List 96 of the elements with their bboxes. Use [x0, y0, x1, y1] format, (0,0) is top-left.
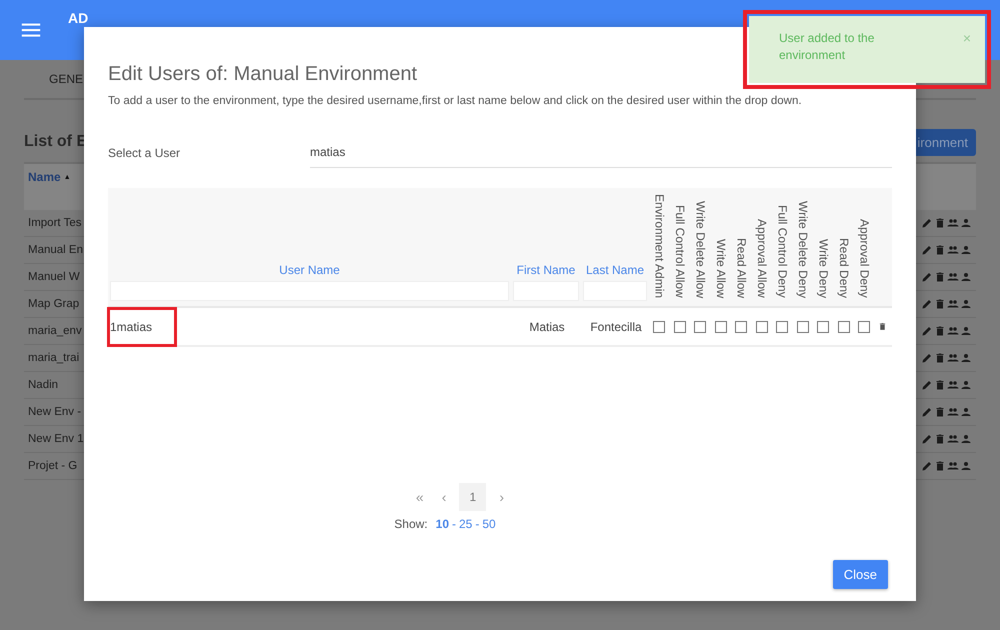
column-header[interactable]: Last Name [586, 263, 644, 277]
previous-page-link[interactable]: ‹ [436, 489, 452, 505]
column-header: Read Allow [734, 238, 748, 298]
dialog-title: Edit Users of: Manual Environment [108, 63, 418, 86]
person-icon[interactable] [960, 352, 972, 364]
person-icon[interactable] [960, 325, 972, 337]
toast-message: User added to the environment [779, 30, 876, 64]
delete-icon[interactable] [934, 352, 946, 364]
edit-icon[interactable] [921, 217, 933, 229]
delete-icon[interactable] [934, 298, 946, 310]
column-header: Environment Admin [652, 194, 666, 298]
edit-icon[interactable] [921, 325, 933, 337]
edit-icon[interactable] [921, 271, 933, 283]
delete-icon[interactable] [934, 379, 946, 391]
person-icon[interactable] [960, 271, 972, 283]
field-label: Select a User [108, 146, 182, 160]
person-icon[interactable] [960, 298, 972, 310]
checkbox[interactable] [776, 320, 788, 332]
group-icon[interactable] [947, 244, 959, 256]
table-cell: New Env 1 [28, 433, 84, 445]
column-header: Approval Deny [857, 219, 872, 298]
delete-icon[interactable] [934, 325, 946, 337]
tab[interactable]: GENE [49, 72, 84, 86]
page-size-link[interactable]: 50 [482, 517, 496, 531]
column-header: Full Control Deny [775, 205, 790, 298]
column-header[interactable]: First Name [516, 263, 576, 277]
group-icon[interactable] [947, 298, 959, 310]
checkbox[interactable] [735, 320, 748, 332]
table-cell: Projet - G [28, 460, 78, 472]
table-cell: Manual En [28, 244, 83, 256]
delete-icon[interactable] [878, 321, 887, 332]
table-cell: 1matias [110, 320, 152, 334]
group-icon[interactable] [947, 217, 959, 229]
column-header: Write Deny [816, 238, 830, 298]
person-icon[interactable] [960, 406, 972, 418]
edit-icon[interactable] [921, 406, 933, 418]
page-size-link[interactable]: 25 [459, 517, 472, 531]
delete-icon[interactable] [934, 244, 946, 256]
checkbox[interactable] [694, 320, 706, 332]
group-icon[interactable] [947, 352, 959, 364]
column-header[interactable]: User Name [279, 263, 340, 277]
table-cell: Map Grap [28, 298, 80, 310]
separator-text: - [475, 517, 480, 531]
column-header: Full Control Allow [672, 205, 687, 298]
group-icon[interactable] [947, 460, 959, 472]
person-icon[interactable] [960, 244, 972, 256]
group-icon[interactable] [947, 271, 959, 283]
delete-icon[interactable] [934, 460, 946, 472]
edit-icon[interactable] [921, 298, 933, 310]
page-size-link[interactable]: 10 [436, 517, 449, 531]
edit-icon[interactable] [921, 244, 933, 256]
checkbox[interactable] [817, 320, 830, 332]
table-cell: Nadin [28, 379, 58, 391]
table-cell: maria_trai [28, 352, 80, 364]
separator-text: - [452, 517, 456, 531]
person-icon[interactable] [960, 379, 972, 391]
table-cell: Fontecilla [590, 320, 642, 334]
table-cell: Import Tes [28, 217, 82, 229]
edit-icon[interactable] [921, 352, 933, 364]
checkbox[interactable] [838, 320, 850, 332]
group-icon[interactable] [947, 433, 959, 445]
table-cell: New Env - [28, 406, 82, 418]
dialog-description: To add a user to the environment, type the desired username,first or last name below and click on the desired user within the drop down. [108, 95, 803, 107]
checkbox[interactable] [858, 320, 870, 332]
delete-icon[interactable] [934, 217, 946, 229]
checkbox[interactable] [756, 320, 768, 332]
column-header: Write Allow [714, 238, 728, 298]
group-icon[interactable] [947, 325, 959, 337]
group-icon[interactable] [947, 379, 959, 391]
table-cell: Manuel W [28, 271, 80, 283]
page-link[interactable]: 1 [459, 483, 486, 511]
checkbox[interactable] [796, 320, 809, 332]
checkbox[interactable] [674, 320, 686, 332]
checkbox[interactable] [714, 320, 727, 332]
column-header: Approval Allow [754, 219, 769, 298]
column-header: Write Delete Deny [796, 200, 810, 298]
table-cell: Matias [529, 320, 565, 334]
close-button[interactable]: Close [832, 560, 888, 589]
edit-icon[interactable] [921, 379, 933, 391]
next-page-link[interactable]: › [494, 489, 510, 505]
table-cell: maria_env [28, 325, 82, 337]
page-size-label: Show: [394, 517, 428, 531]
checkbox[interactable] [653, 320, 666, 332]
person-icon[interactable] [960, 217, 972, 229]
person-icon[interactable] [960, 460, 972, 472]
delete-icon[interactable] [934, 271, 946, 283]
group-icon[interactable] [947, 406, 959, 418]
person-icon[interactable] [960, 433, 972, 445]
edit-icon[interactable] [921, 433, 933, 445]
delete-icon[interactable] [934, 406, 946, 418]
column-header: Read Deny [836, 238, 851, 298]
app-title: AD [68, 11, 88, 26]
delete-icon[interactable] [934, 433, 946, 445]
column-header: Write Delete Allow [693, 200, 708, 298]
edit-icon[interactable] [921, 460, 933, 472]
first-page-link[interactable]: « [410, 489, 429, 505]
